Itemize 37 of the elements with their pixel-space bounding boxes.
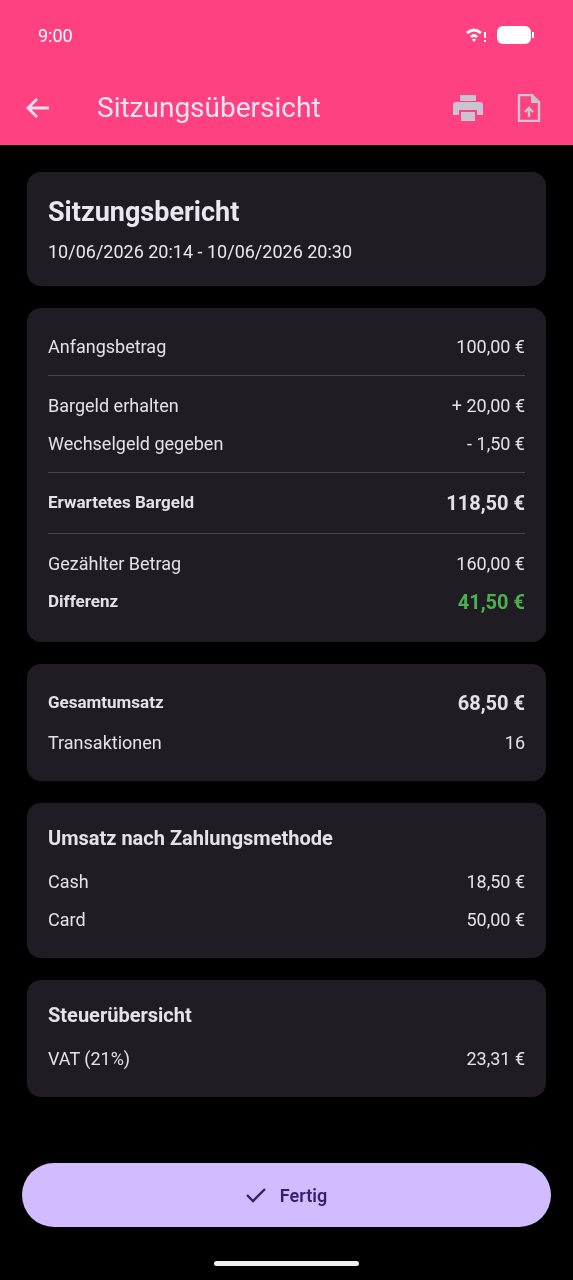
- row-label: Differenz: [48, 590, 119, 614]
- printer-icon: [453, 94, 483, 121]
- row-value: 68,50 €: [457, 690, 525, 717]
- row-label: Gezählter Betrag: [48, 551, 182, 576]
- row-value: 18,50 €: [466, 869, 525, 894]
- wifi-icon: [465, 27, 487, 43]
- row-label: Cash: [48, 869, 89, 894]
- row-label: Transaktionen: [48, 730, 162, 755]
- row-label: Erwartetes Bargeld: [48, 491, 194, 515]
- row-label: Wechselgeld gegeben: [48, 431, 224, 456]
- row-value: 118,50 €: [446, 490, 525, 517]
- back-arrow-icon: [25, 96, 51, 119]
- row-value: + 20,00 €: [451, 393, 525, 418]
- done-button[interactable]: Fertig: [22, 1163, 551, 1227]
- row-value: 160,00 €: [456, 551, 525, 576]
- row-label: Gesamtumsatz: [48, 691, 164, 715]
- section-title: Steuerübersicht: [48, 1002, 193, 1029]
- battery-icon: [497, 25, 535, 45]
- row-value: 41,50 €: [457, 589, 525, 616]
- card-subtitle: 10/06/2026 20:14 - 10/06/2026 20:30: [48, 240, 354, 264]
- row-value: 100,00 €: [456, 334, 525, 359]
- row-value: 50,00 €: [466, 907, 525, 932]
- card-title: Sitzungsbericht: [48, 195, 241, 230]
- row-label: Card: [48, 907, 86, 932]
- check-icon: [245, 1187, 266, 1203]
- status-time: 9:00: [38, 23, 73, 48]
- row-value: 16: [504, 730, 525, 755]
- section-title: Umsatz nach Zahlungsmethode: [48, 825, 334, 852]
- print-button[interactable]: [453, 94, 483, 121]
- row-value: - 1,50 €: [467, 431, 525, 456]
- export-button[interactable]: [517, 93, 541, 122]
- file-upload-icon: [517, 93, 541, 122]
- row-label: VAT (21%): [48, 1046, 131, 1071]
- app-bar-title: Sitzungsübersicht: [97, 89, 321, 126]
- row-label: Anfangsbetrag: [48, 334, 167, 359]
- row-label: Bargeld erhalten: [48, 393, 179, 418]
- row-value: 23,31 €: [466, 1046, 525, 1071]
